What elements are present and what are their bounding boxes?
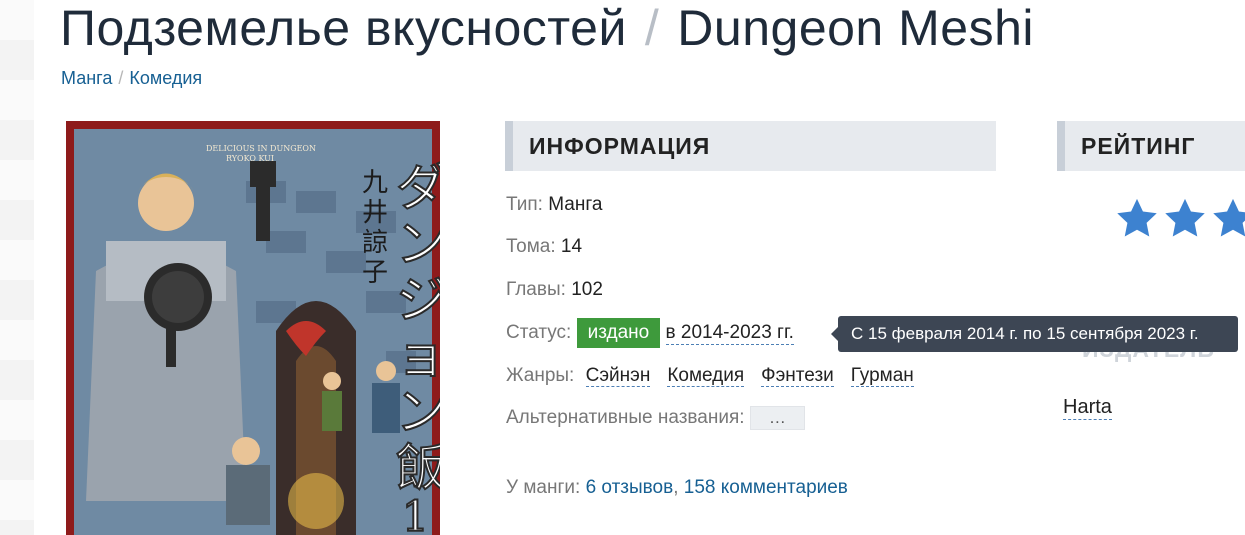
- svg-text:ン: ン: [396, 215, 440, 273]
- breadcrumb: Манга / Комедия: [61, 67, 202, 89]
- svg-text:諒: 諒: [362, 228, 388, 258]
- info-alt-names-label: Альтернативные названия:: [506, 407, 745, 429]
- info-row-chapters: Главы: 102: [506, 278, 603, 302]
- info-genres-label: Жанры:: [506, 365, 575, 386]
- svg-text:飯: 飯: [396, 439, 440, 497]
- info-type-label: Тип:: [506, 194, 543, 215]
- rating-heading: РЕЙТИНГ: [1057, 121, 1245, 171]
- status-badge: издано: [576, 318, 661, 348]
- info-chapters-label: Главы:: [506, 279, 566, 300]
- svg-text:ン: ン: [396, 383, 440, 441]
- breadcrumb-separator: /: [118, 68, 124, 88]
- status-years-hover[interactable]: в 2014-2023 гг.: [665, 322, 794, 345]
- info-status-label: Статус:: [506, 322, 572, 343]
- info-row-alt-names: Альтернативные названия: …: [506, 406, 805, 430]
- info-heading: ИНФОРМАЦИЯ: [505, 121, 996, 171]
- svg-text:ョ: ョ: [396, 327, 440, 385]
- cover-volume-number: 1: [402, 492, 429, 535]
- info-row-reviews: У манги: 6 отзывов, 158 комментариев: [506, 476, 848, 500]
- genre-link-fantasy[interactable]: Фэнтези: [761, 365, 834, 387]
- star-icon[interactable]: [1114, 196, 1160, 242]
- cover-author-latin: RYOKO KUI: [226, 154, 274, 163]
- title-russian: Подземелье вкусностей: [60, 0, 627, 56]
- svg-text:子: 子: [362, 258, 388, 288]
- info-row-volumes: Тома: 14: [506, 235, 582, 259]
- cover-subtitle: DELICIOUS IN DUNGEON: [206, 144, 316, 153]
- star-icon[interactable]: [1210, 196, 1245, 242]
- genre-link-gourmet[interactable]: Гурман: [850, 365, 914, 387]
- genre-link-seinen[interactable]: Сэйнэн: [585, 365, 651, 387]
- info-row-genres: Жанры: Сэйнэн Комедия Фэнтези Гурман: [506, 364, 931, 388]
- cover-title-jp: ダ: [396, 159, 440, 217]
- title-original: Dungeon Meshi: [677, 0, 1035, 56]
- svg-text:ジ: ジ: [396, 271, 440, 329]
- alt-names-expand-button[interactable]: …: [749, 406, 805, 430]
- info-volumes-value: 14: [560, 236, 583, 257]
- cover-image[interactable]: ダ ン ジ ョ ン 飯 1 DELICIOUS IN DUNGEON RYOKO…: [66, 121, 440, 535]
- page-title: Подземелье вкусностей / Dungeon Meshi: [60, 0, 1034, 56]
- info-volumes-label: Тома:: [506, 236, 556, 257]
- genre-link-comedy[interactable]: Комедия: [667, 365, 745, 387]
- svg-text:井: 井: [362, 198, 388, 228]
- reviews-link[interactable]: 6 отзывов: [586, 477, 674, 498]
- title-separator: /: [644, 0, 660, 56]
- comments-link[interactable]: 158 комментариев: [684, 477, 848, 498]
- breadcrumb-item-manga[interactable]: Манга: [61, 68, 112, 88]
- breadcrumb-item-comedy[interactable]: Комедия: [129, 68, 202, 88]
- info-chapters-value: 102: [571, 279, 603, 300]
- star-icon[interactable]: [1162, 196, 1208, 242]
- cover-author-jp: 九: [362, 168, 388, 198]
- status-dates-tooltip: С 15 февраля 2014 г. по 15 сентября 2023…: [831, 316, 1238, 352]
- info-row-type: Тип: Манга: [506, 193, 602, 217]
- publisher-link[interactable]: Harta: [1063, 395, 1112, 420]
- page-left-background: [0, 0, 34, 535]
- info-type-value: Манга: [548, 194, 603, 215]
- info-row-status: Статус: издано в 2014-2023 гг.: [506, 318, 794, 348]
- reviews-prefix: У манги:: [506, 477, 581, 498]
- reviews-comma: ,: [673, 477, 679, 498]
- cover-artwork: ダ ン ジ ョ ン 飯 1 DELICIOUS IN DUNGEON RYOKO…: [66, 121, 440, 535]
- rating-stars[interactable]: [1114, 196, 1245, 247]
